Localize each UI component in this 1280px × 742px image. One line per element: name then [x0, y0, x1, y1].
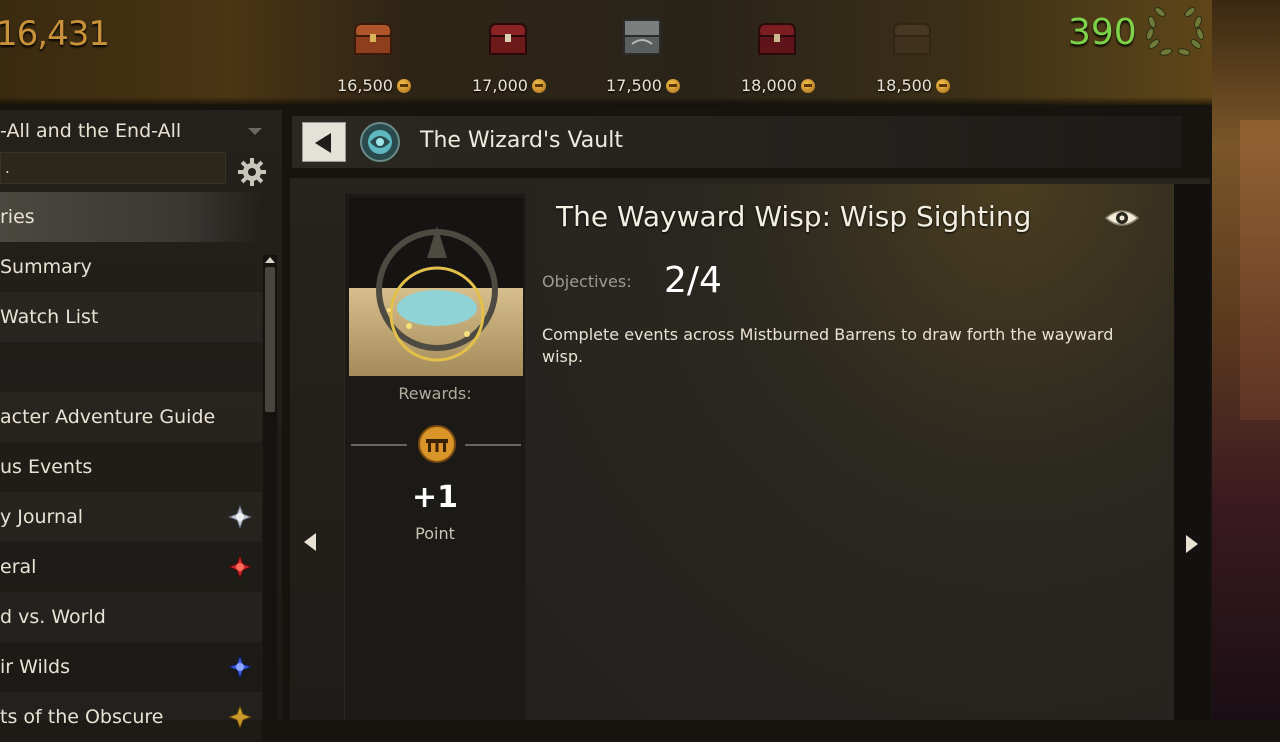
rewards-label: Rewards:	[398, 384, 472, 403]
sidebar-item-label: acter Adventure Guide	[0, 406, 216, 428]
sidebar-item-label: ries	[0, 206, 35, 228]
scrollbar-thumb[interactable]	[265, 267, 275, 412]
eye-icon[interactable]	[1104, 206, 1140, 230]
objectives-label: Objectives:	[542, 272, 632, 291]
reward-chest-5[interactable]: 18,500	[876, 8, 950, 98]
reward-chest-3[interactable]: 17,500	[606, 8, 680, 98]
objective-panel: Rewards: +1 Point The Wayward Wisp: Wisp…	[290, 178, 1210, 720]
back-arrow-icon	[315, 133, 331, 153]
panel-edge	[1174, 184, 1210, 720]
sidebar-item-general[interactable]: eral	[0, 542, 262, 592]
sidebar-item-adventure-guide[interactable]: acter Adventure Guide	[0, 392, 262, 442]
category-sidebar: -All and the End-All ries Summary Watch …	[0, 110, 282, 729]
chest-cost: 17,500	[606, 76, 680, 95]
sidebar-item-obscure[interactable]: ts of the Obscure	[0, 692, 262, 742]
scroll-up-icon[interactable]	[265, 257, 275, 263]
sidebar-item-journal[interactable]: y Journal	[0, 492, 262, 542]
legacy-count: 390	[1068, 12, 1137, 53]
reward-chest-2[interactable]: 17,000	[472, 8, 546, 98]
search-field[interactable]	[0, 152, 233, 184]
chest-cost: 18,500	[876, 76, 950, 95]
total-points: 16,431	[0, 14, 110, 54]
sidebar-item-label: ir Wilds	[0, 656, 71, 678]
chevron-down-icon[interactable]	[248, 128, 262, 135]
sidebar-item-label: Watch List	[0, 306, 99, 328]
sidebar-item-blank[interactable]	[0, 342, 262, 392]
sidebar-scrollbar[interactable]	[263, 255, 277, 720]
chest-cost: 16,500	[337, 76, 411, 95]
category-list: ries Summary Watch List acter Adventure …	[0, 192, 262, 742]
chest-cost: 18,000	[741, 76, 815, 95]
sidebar-item-watch-list[interactable]: Watch List	[0, 292, 262, 342]
objective-art	[349, 198, 523, 376]
wisp-emblem-icon	[376, 226, 498, 362]
sidebar-item-label: eral	[0, 556, 37, 578]
red-chest-icon	[489, 23, 527, 55]
orange-chest-icon	[354, 23, 392, 55]
objective-description: Complete events across Mistburned Barren…	[542, 325, 1114, 366]
wizards-vault-icon	[360, 122, 400, 162]
laurel-wreath-icon	[1146, 7, 1204, 56]
reward-unit: Point	[415, 524, 455, 543]
objective-title: The Wayward Wisp: Wisp Sighting	[556, 200, 1032, 233]
sidebar-item-wvw[interactable]: d vs. World	[0, 592, 262, 642]
coin-icon	[531, 79, 546, 93]
objective-detail-area	[526, 184, 1174, 720]
red-star-icon	[228, 555, 252, 579]
reward-card: Rewards: +1 Point	[344, 194, 525, 720]
coin-icon	[396, 79, 411, 93]
next-arrow-icon[interactable]	[1186, 535, 1198, 553]
coin-icon	[665, 79, 680, 93]
red-chest-icon	[758, 23, 796, 55]
faded-chest-icon	[893, 23, 931, 55]
blue-star-icon	[228, 655, 252, 679]
collection-dropdown-label: -All and the End-All	[0, 120, 182, 142]
search-input[interactable]	[1, 153, 233, 183]
chest-cost: 17,000	[472, 76, 546, 95]
divider	[351, 444, 407, 446]
gold-star-icon	[228, 705, 252, 729]
sidebar-item-categories[interactable]: ries	[0, 192, 262, 242]
back-button[interactable]	[302, 122, 346, 162]
coin-icon	[800, 79, 815, 93]
sidebar-item-summary[interactable]: Summary	[0, 242, 262, 292]
reward-chest-1[interactable]: 16,500	[337, 8, 411, 98]
sidebar-item-label: us Events	[0, 456, 93, 478]
sidebar-item-wilds[interactable]: ir Wilds	[0, 642, 262, 692]
astral-acclaim-coin-icon	[418, 425, 456, 463]
divider	[465, 444, 521, 446]
silver-star-icon	[228, 505, 252, 529]
sidebar-item-label: y Journal	[0, 506, 83, 528]
sidebar-item-label: d vs. World	[0, 606, 106, 628]
sidebar-item-label: Summary	[0, 256, 92, 278]
sidebar-item-label: ts of the Obscure	[0, 706, 164, 728]
page-title: The Wizard's Vault	[420, 128, 623, 153]
collection-dropdown[interactable]: -All and the End-All	[0, 118, 270, 148]
reward-amount: +1	[411, 480, 458, 515]
steel-chest-icon	[623, 19, 661, 55]
gear-icon[interactable]	[236, 156, 268, 188]
reward-chest-4[interactable]: 18,000	[741, 8, 815, 98]
vault-header: The Wizard's Vault	[292, 116, 1182, 168]
sidebar-item-events[interactable]: us Events	[0, 442, 262, 492]
world-backdrop-glow	[1240, 120, 1280, 420]
objectives-progress: 2/4	[664, 260, 722, 301]
prev-arrow-icon[interactable]	[304, 533, 316, 551]
coin-icon	[935, 79, 950, 93]
reward-track: 16,431 16,500 17,000 17,500 18,000 18,50…	[0, 0, 1280, 105]
